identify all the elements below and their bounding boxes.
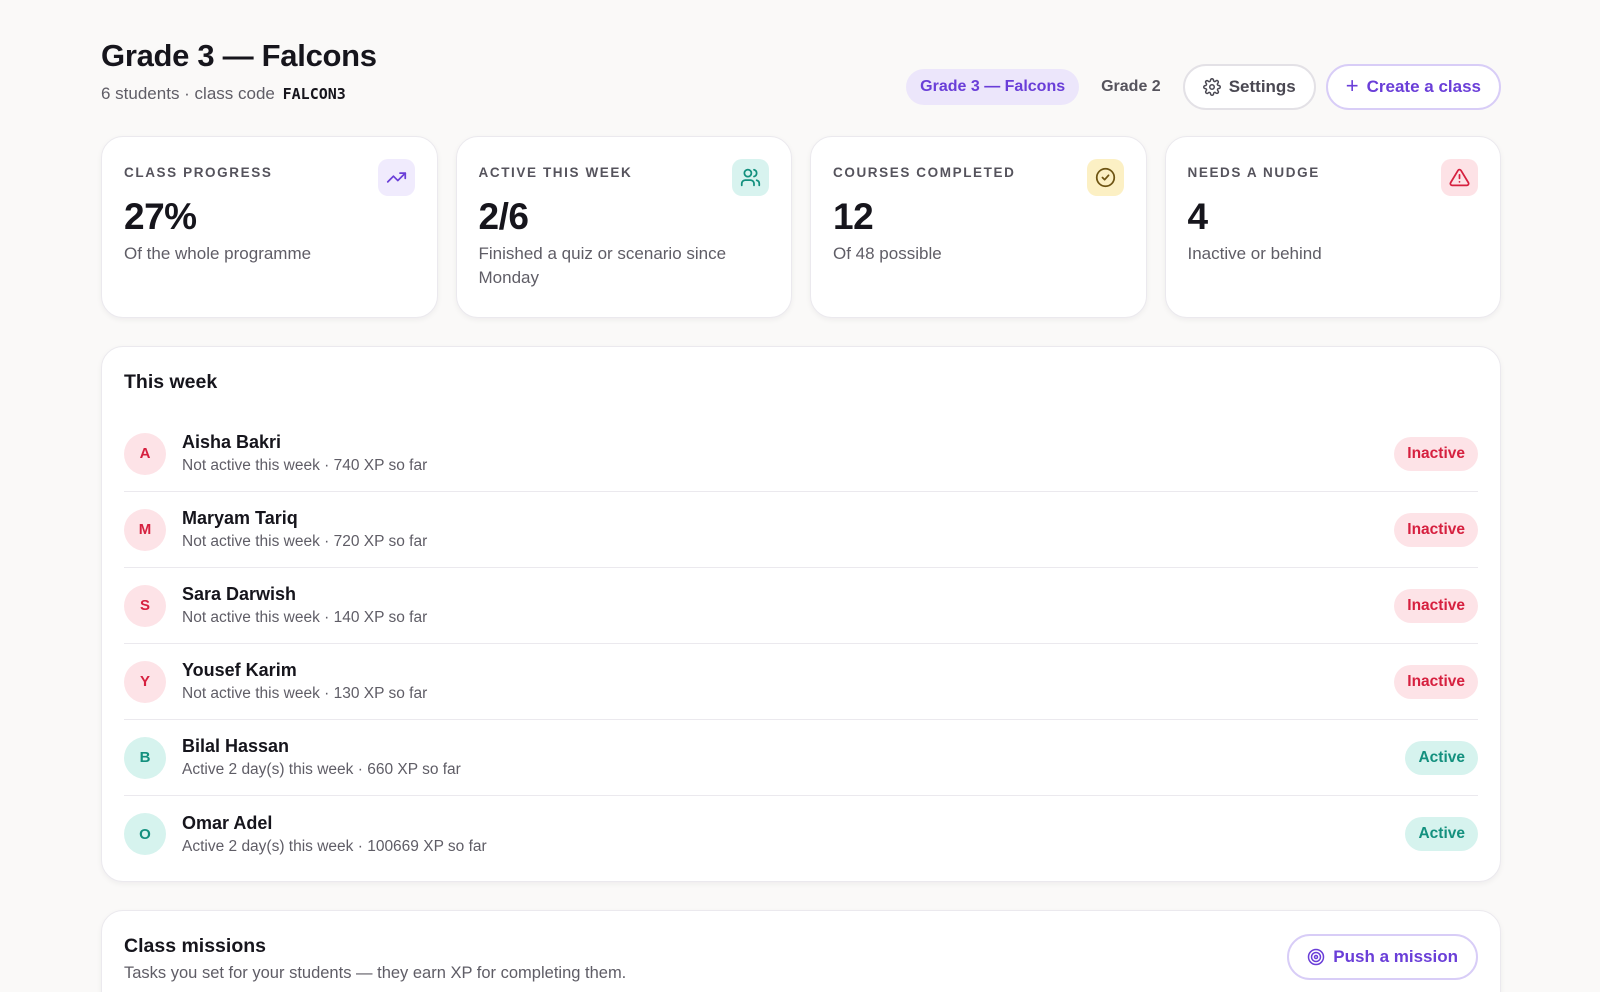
- student-activity: Not active this week · 740 XP so far: [182, 457, 428, 474]
- status-badge: Active: [1405, 817, 1478, 851]
- student-row[interactable]: Y Yousef Karim Not active this week · 13…: [124, 644, 1478, 720]
- stats-row: Class progress 27% Of the whole programm…: [101, 136, 1501, 318]
- student-name: Maryam Tariq: [182, 508, 298, 528]
- avatar: Y: [124, 660, 166, 703]
- class-tab-grade-3[interactable]: Grade 3 — Falcons: [906, 69, 1080, 105]
- student-name: Omar Adel: [182, 812, 273, 833]
- student-activity: Not active this week · 140 XP so far: [182, 609, 428, 626]
- header-actions: Grade 3 — Falcons Grade 2 Settings + Cre…: [906, 64, 1501, 110]
- stat-label: Class progress: [124, 165, 273, 180]
- missions-title: Class missions: [124, 935, 266, 957]
- student-info: Bilal Hassan Active 2 day(s) this week ·…: [182, 736, 461, 779]
- target-icon: [1308, 948, 1325, 966]
- status-badge: Inactive: [1394, 589, 1478, 623]
- student-activity: Active 2 day(s) this week · 660 XP so fa…: [182, 761, 461, 778]
- trending-up-icon: [377, 159, 415, 196]
- student-activity: Active 2 day(s) this week · 100669 XP so…: [182, 837, 487, 855]
- student-row[interactable]: O Omar Adel Active 2 day(s) this week · …: [124, 796, 1478, 872]
- status-badge: Inactive: [1394, 665, 1478, 699]
- avatar: A: [124, 432, 166, 475]
- stat-value: 27%: [124, 196, 197, 237]
- status-badge: Active: [1405, 741, 1478, 775]
- student-row[interactable]: A Aisha Bakri Not active this week · 740…: [124, 416, 1478, 492]
- settings-label: Settings: [1228, 77, 1296, 96]
- student-activity: Not active this week · 720 XP so far: [182, 533, 428, 550]
- settings-button[interactable]: Settings: [1182, 64, 1316, 110]
- stat-description: Finished a quiz or scenario since Monday: [478, 244, 727, 287]
- page-title: Grade 3 — Falcons: [101, 38, 377, 73]
- student-activity: Not active this week · 130 XP so far: [182, 685, 428, 702]
- stat-card-needs-a-nudge: Needs a nudge 4 Inactive or behind: [1164, 136, 1501, 318]
- stat-description: Of 48 possible: [833, 244, 942, 263]
- create-class-button[interactable]: + Create a class: [1325, 64, 1501, 110]
- student-name: Bilal Hassan: [182, 736, 290, 756]
- create-class-label: Create a class: [1366, 77, 1481, 96]
- stat-card-class-progress: Class progress 27% Of the whole programm…: [101, 136, 438, 318]
- missions-subtitle: Tasks you set for your students — they e…: [124, 964, 627, 982]
- class-subtitle: 6 students · class code FALCON3: [101, 84, 346, 104]
- stat-label: Courses completed: [833, 165, 1016, 180]
- student-list: A Aisha Bakri Not active this week · 740…: [124, 416, 1478, 872]
- avatar: B: [124, 736, 166, 779]
- check-circle-icon: [1086, 159, 1124, 196]
- student-count-text: 6 students · class code: [101, 84, 275, 103]
- plus-icon: +: [1345, 73, 1359, 98]
- this-week-card: This week A Aisha Bakri Not active this …: [101, 346, 1501, 882]
- stat-value: 2/6: [478, 196, 529, 237]
- student-info: Maryam Tariq Not active this week · 720 …: [182, 508, 427, 551]
- stat-label: Active this week: [478, 165, 633, 180]
- avatar: O: [124, 813, 166, 855]
- student-info: Yousef Karim Not active this week · 130 …: [182, 660, 427, 703]
- avatar: M: [124, 508, 166, 551]
- stat-label: Needs a nudge: [1187, 165, 1320, 180]
- class-code: FALCON3: [282, 85, 346, 103]
- stat-card-active-this-week: Active this week 2/6 Finished a quiz or …: [455, 136, 792, 318]
- stat-description: Of the whole programme: [124, 244, 312, 263]
- alert-triangle-icon: [1441, 159, 1478, 196]
- push-mission-button[interactable]: Push a mission: [1287, 934, 1478, 980]
- stat-description: Inactive or behind: [1187, 244, 1322, 263]
- push-mission-label: Push a mission: [1333, 947, 1458, 966]
- status-badge: Inactive: [1394, 437, 1478, 471]
- status-badge: Inactive: [1394, 513, 1478, 547]
- student-name: Sara Darwish: [182, 584, 297, 604]
- avatar: S: [124, 584, 166, 627]
- student-name: Yousef Karim: [182, 660, 297, 680]
- this-week-title: This week: [124, 371, 218, 393]
- stat-card-courses-completed: Courses completed 12 Of 48 possible: [810, 136, 1147, 318]
- student-row[interactable]: M Maryam Tariq Not active this week · 72…: [124, 492, 1478, 568]
- student-info: Aisha Bakri Not active this week · 740 X…: [182, 432, 427, 475]
- student-info: Sara Darwish Not active this week · 140 …: [182, 584, 427, 627]
- stat-value: 12: [833, 196, 874, 237]
- class-missions-card: Class missions Tasks you set for your st…: [101, 910, 1501, 992]
- class-tab-grade-2[interactable]: Grade 2: [1087, 69, 1175, 105]
- page-header: Grade 3 — Falcons 6 students · class cod…: [101, 0, 1501, 136]
- users-icon: [732, 159, 769, 196]
- student-info: Omar Adel Active 2 day(s) this week · 10…: [182, 813, 487, 856]
- stat-value: 4: [1187, 196, 1209, 237]
- student-row[interactable]: B Bilal Hassan Active 2 day(s) this week…: [124, 720, 1478, 796]
- student-name: Aisha Bakri: [182, 432, 282, 452]
- student-row[interactable]: S Sara Darwish Not active this week · 14…: [124, 568, 1478, 644]
- dashboard-page: Grade 3 — Falcons 6 students · class cod…: [101, 0, 1501, 992]
- gear-icon: [1202, 78, 1221, 96]
